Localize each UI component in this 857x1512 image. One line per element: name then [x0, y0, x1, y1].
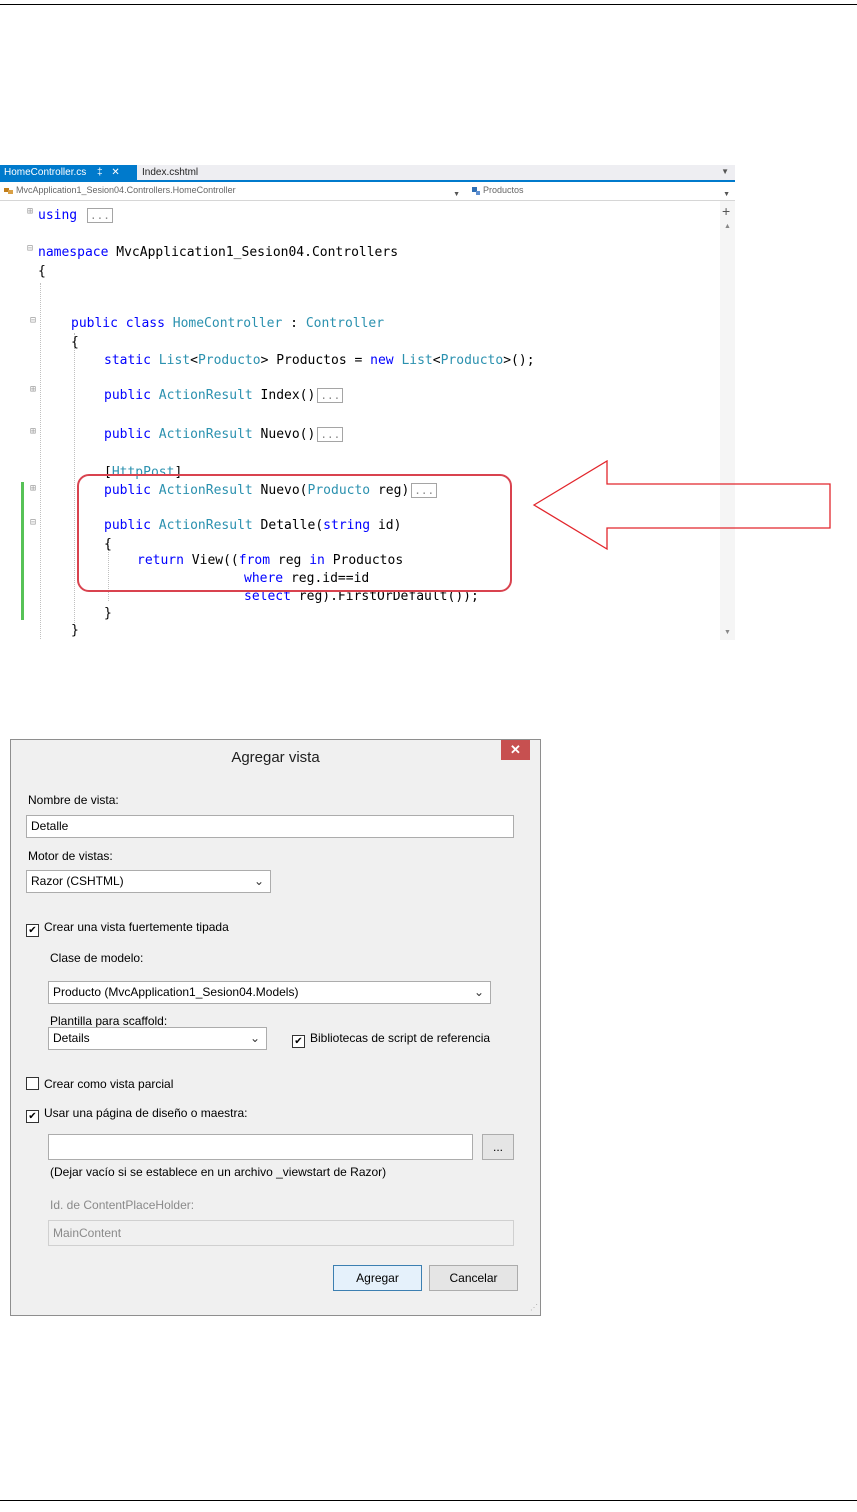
code-line-brace: } — [71, 623, 79, 638]
partial-view-label: Crear como vista parcial — [44, 1077, 174, 1091]
outline-collapse-icon[interactable]: ⊟ — [27, 243, 33, 255]
strongly-typed-label: Crear una vista fuertemente tipada — [44, 920, 229, 934]
code-line-field: static List<Producto> Productos = new Li… — [104, 353, 535, 368]
class-icon — [4, 187, 13, 194]
strongly-typed-checkbox[interactable]: ✔ Crear una vista fuertemente tipada — [26, 920, 229, 937]
pin-icon[interactable]: ‡ — [97, 167, 103, 178]
model-class-label: Clase de modelo: — [50, 951, 144, 965]
close-button[interactable]: ✕ — [501, 740, 530, 760]
bottom-rule — [0, 1500, 857, 1501]
code-line-index: public ActionResult Index()... — [104, 388, 344, 403]
outline-expand-icon[interactable]: ⊞ — [30, 426, 36, 438]
placeholder-id-label: Id. de ContentPlaceHolder: — [50, 1198, 195, 1212]
outline-collapse-icon[interactable]: ⊟ — [30, 315, 36, 327]
tab-index-cshtml[interactable]: Index.cshtml — [138, 165, 202, 180]
add-view-dialog: Agregar vista ✕ Nombre de vista: Detalle… — [10, 739, 541, 1316]
engine-select[interactable]: Razor (CSHTML) ⌄ — [26, 870, 271, 893]
chevron-down-icon: ⌄ — [253, 874, 264, 888]
outline-collapse-icon[interactable]: ⊟ — [30, 517, 36, 529]
view-name-input[interactable]: Detalle — [26, 815, 514, 838]
indent-guide — [40, 283, 41, 640]
field-icon — [472, 186, 480, 195]
outline-expand-icon[interactable]: ⊞ — [30, 384, 36, 396]
add-button[interactable]: Agregar — [333, 1265, 422, 1291]
script-libraries-checkbox[interactable]: ✔ Bibliotecas de script de referencia — [292, 1031, 491, 1048]
tab-homecontroller[interactable]: HomeController.cs ‡ ✕ — [0, 165, 137, 180]
layout-page-checkbox[interactable]: ✔ Usar una página de diseño o maestra: — [26, 1106, 248, 1123]
engine-select-value: Razor (CSHTML) — [31, 874, 124, 888]
collapsed-region-badge[interactable]: ... — [317, 427, 344, 442]
model-class-select[interactable]: Producto (MvcApplication1_Sesion04.Model… — [48, 981, 491, 1004]
check-icon: ✔ — [292, 1035, 305, 1048]
resize-grip-icon[interactable]: ⋰ — [530, 1303, 538, 1312]
code-line-brace: } — [104, 606, 112, 621]
check-icon: ✔ — [26, 1110, 39, 1123]
chevron-down-icon: ▼ — [453, 191, 460, 198]
unchecked-box-icon — [26, 1077, 39, 1090]
collapsed-region-badge[interactable]: ... — [86, 208, 113, 223]
tab-label: HomeController.cs — [4, 167, 87, 178]
vertical-scrollbar[interactable]: + ▲ ▼ — [720, 201, 735, 640]
close-tab-icon[interactable]: ✕ — [111, 167, 119, 178]
layout-page-label: Usar una página de diseño o maestra: — [44, 1106, 248, 1120]
navigation-bar: MvcApplication1_Sesion04.Controllers.Hom… — [0, 182, 735, 201]
top-rule — [0, 4, 857, 5]
arrow-left-icon — [532, 460, 831, 551]
collapsed-region-badge[interactable]: ... — [317, 388, 344, 403]
tab-overflow-chevron-icon[interactable]: ▼ — [721, 167, 729, 176]
code-line-brace: { — [38, 264, 46, 279]
close-icon: ✕ — [510, 742, 521, 757]
chevron-down-icon: ⌄ — [249, 1031, 260, 1045]
scroll-down-icon[interactable]: ▼ — [724, 629, 731, 636]
view-name-label: Nombre de vista: — [28, 793, 119, 807]
code-line-namespace: namespace MvcApplication1_Sesion04.Contr… — [38, 245, 399, 260]
partial-view-checkbox[interactable]: Crear como vista parcial — [26, 1077, 173, 1091]
indent-guide — [74, 333, 75, 623]
code-line-class: public class HomeController : Controller — [71, 316, 385, 331]
split-view-icon[interactable]: + — [722, 204, 730, 218]
check-icon: ✔ — [26, 924, 39, 937]
cancel-button[interactable]: Cancelar — [429, 1265, 518, 1291]
class-navigation-value: MvcApplication1_Sesion04.Controllers.Hom… — [16, 185, 236, 195]
dialog-title: Agregar vista — [231, 749, 320, 766]
scaffold-select[interactable]: Details ⌄ — [48, 1027, 267, 1050]
document-tab-bar: HomeController.cs ‡ ✕ Index.cshtml ▼ — [0, 165, 735, 182]
layout-hint: (Dejar vacío si se establece en un archi… — [50, 1165, 387, 1179]
outline-expand-icon[interactable]: ⊞ — [27, 206, 33, 218]
model-class-value: Producto (MvcApplication1_Sesion04.Model… — [53, 985, 299, 999]
tab-label: Index.cshtml — [142, 167, 199, 178]
scaffold-label: Plantilla para scaffold: — [50, 1014, 168, 1028]
change-indicator — [21, 482, 24, 620]
outline-expand-icon[interactable]: ⊞ — [30, 483, 36, 495]
highlight-box — [77, 474, 512, 592]
class-navigation-dropdown[interactable]: MvcApplication1_Sesion04.Controllers.Hom… — [4, 184, 462, 198]
code-line-brace: { — [71, 335, 79, 350]
chevron-down-icon: ▼ — [723, 191, 730, 198]
engine-label: Motor de vistas: — [28, 849, 113, 863]
dialog-title-bar[interactable]: Agregar vista ✕ — [11, 740, 540, 774]
scaffold-value: Details — [53, 1031, 90, 1045]
code-line-nuevo: public ActionResult Nuevo()... — [104, 427, 344, 442]
member-navigation-dropdown[interactable]: Productos ▼ — [471, 184, 730, 198]
browse-button[interactable]: ... — [482, 1134, 514, 1160]
script-libraries-label: Bibliotecas de script de referencia — [310, 1031, 491, 1045]
chevron-down-icon: ⌄ — [473, 985, 484, 999]
code-line-using: using ... — [38, 208, 113, 223]
scroll-up-icon[interactable]: ▲ — [724, 223, 731, 230]
layout-page-input[interactable] — [48, 1134, 473, 1160]
member-navigation-value: Productos — [483, 185, 524, 195]
placeholder-id-input[interactable]: MainContent — [48, 1220, 514, 1246]
